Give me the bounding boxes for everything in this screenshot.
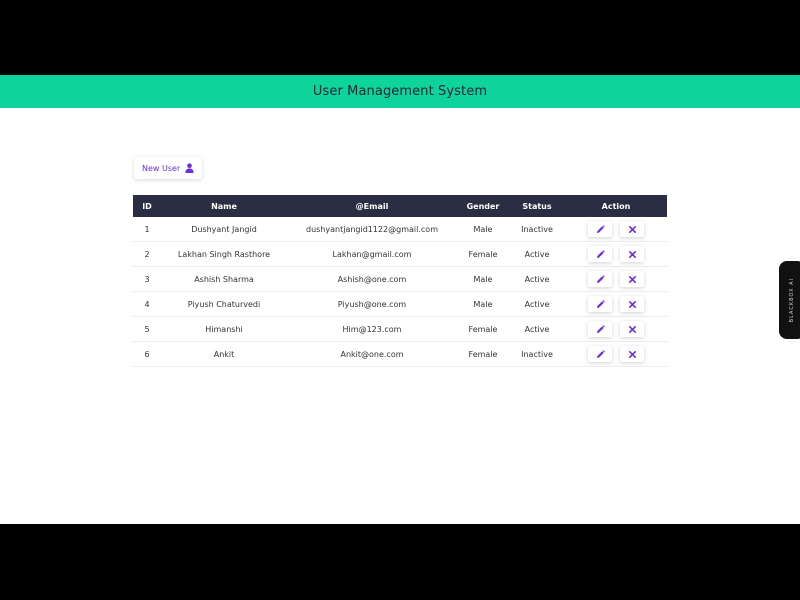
user-icon: [185, 163, 194, 173]
table-row: 6 Ankit Ankit@one.com Female Inactive: [133, 341, 667, 367]
cell-status: Active: [509, 266, 565, 292]
cell-name: Ashish Sharma: [161, 266, 287, 292]
cell-status: Inactive: [509, 341, 565, 367]
app-viewport: User Management System New User ID Name …: [0, 75, 800, 524]
edit-button[interactable]: [588, 246, 612, 262]
pencil-icon: [596, 249, 605, 258]
blackbox-ai-label: BLACKBOX AI: [789, 277, 795, 323]
delete-button[interactable]: [620, 246, 644, 262]
delete-button[interactable]: [620, 346, 644, 362]
cell-email: Ashish@one.com: [287, 266, 457, 292]
header-id: ID: [133, 195, 161, 217]
table-header-row: ID Name @Email Gender Status Action: [133, 195, 667, 217]
top-letterbox: [0, 0, 800, 75]
cell-id: 4: [133, 291, 161, 317]
cell-gender: Male: [457, 266, 509, 292]
row-actions: [565, 271, 667, 287]
close-icon: [628, 225, 636, 233]
close-icon: [628, 325, 636, 333]
blackbox-ai-widget[interactable]: BLACKBOX AI: [779, 261, 800, 339]
header-name: Name: [161, 195, 287, 217]
new-user-button[interactable]: New User: [134, 157, 203, 179]
cell-id: 5: [133, 316, 161, 342]
cell-name: Dushyant Jangid: [161, 217, 287, 242]
cell-action: [565, 291, 667, 317]
cell-name: Himanshi: [161, 316, 287, 342]
new-user-button-label: New User: [142, 163, 181, 173]
cell-email: Piyush@one.com: [287, 291, 457, 317]
cell-gender: Female: [457, 316, 509, 342]
delete-button[interactable]: [620, 271, 644, 287]
users-table: ID Name @Email Gender Status Action 1 Dus…: [133, 195, 667, 367]
app-header: User Management System: [0, 75, 800, 108]
row-actions: [565, 246, 667, 262]
table-header: ID Name @Email Gender Status Action: [133, 195, 667, 217]
pencil-icon: [596, 274, 605, 283]
cell-status: Active: [509, 316, 565, 342]
cell-email: dushyantjangid1122@gmail.com: [287, 217, 457, 242]
table-body: 1 Dushyant Jangid dushyantjangid1122@gmail…: [133, 217, 667, 367]
header-email: @Email: [287, 195, 457, 217]
edit-button[interactable]: [588, 296, 612, 312]
cell-email: Him@123.com: [287, 316, 457, 342]
cell-action: [565, 241, 667, 267]
table-row: 1 Dushyant Jangid dushyantjangid1122@gmail…: [133, 217, 667, 242]
table-row: 5 Himanshi Him@123.com Female Active: [133, 316, 667, 342]
cell-action: [565, 316, 667, 342]
close-icon: [628, 300, 636, 308]
cell-status: Active: [509, 241, 565, 267]
cell-name: Lakhan Singh Rasthore: [161, 241, 287, 267]
edit-button[interactable]: [588, 346, 612, 362]
close-icon: [628, 275, 636, 283]
cell-action: [565, 266, 667, 292]
header-action: Action: [565, 195, 667, 217]
cell-id: 6: [133, 341, 161, 367]
table-row: 3 Ashish Sharma Ashish@one.com Male Active: [133, 266, 667, 292]
cell-status: Active: [509, 291, 565, 317]
table-row: 4 Piyush Chaturvedi Piyush@one.com Male Acti…: [133, 291, 667, 317]
pencil-icon: [596, 324, 605, 333]
row-actions: [565, 346, 667, 362]
cell-id: 2: [133, 241, 161, 267]
pencil-icon: [596, 299, 605, 308]
pencil-icon: [596, 224, 605, 233]
cell-name: Piyush Chaturvedi: [161, 291, 287, 317]
cell-email: Lakhan@gmail.com: [287, 241, 457, 267]
cell-id: 1: [133, 217, 161, 242]
close-icon: [628, 350, 636, 358]
header-gender: Gender: [457, 195, 509, 217]
table-row: 2 Lakhan Singh Rasthore Lakhan@gmail.com Fe…: [133, 241, 667, 267]
cell-status: Inactive: [509, 217, 565, 242]
cell-gender: Male: [457, 291, 509, 317]
pencil-icon: [596, 349, 605, 358]
cell-email: Ankit@one.com: [287, 341, 457, 367]
header-status: Status: [509, 195, 565, 217]
cell-gender: Female: [457, 241, 509, 267]
cell-id: 3: [133, 266, 161, 292]
row-actions: [565, 296, 667, 312]
cell-name: Ankit: [161, 341, 287, 367]
cell-action: [565, 341, 667, 367]
cell-gender: Female: [457, 341, 509, 367]
page-title: User Management System: [312, 84, 488, 99]
delete-button[interactable]: [620, 221, 644, 237]
edit-button[interactable]: [588, 221, 612, 237]
row-actions: [565, 321, 667, 337]
close-icon: [628, 250, 636, 258]
edit-button[interactable]: [588, 321, 612, 337]
delete-button[interactable]: [620, 296, 644, 312]
cell-action: [565, 217, 667, 242]
delete-button[interactable]: [620, 321, 644, 337]
edit-button[interactable]: [588, 271, 612, 287]
bottom-letterbox: [0, 524, 800, 600]
row-actions: [565, 221, 667, 237]
cell-gender: Male: [457, 217, 509, 242]
